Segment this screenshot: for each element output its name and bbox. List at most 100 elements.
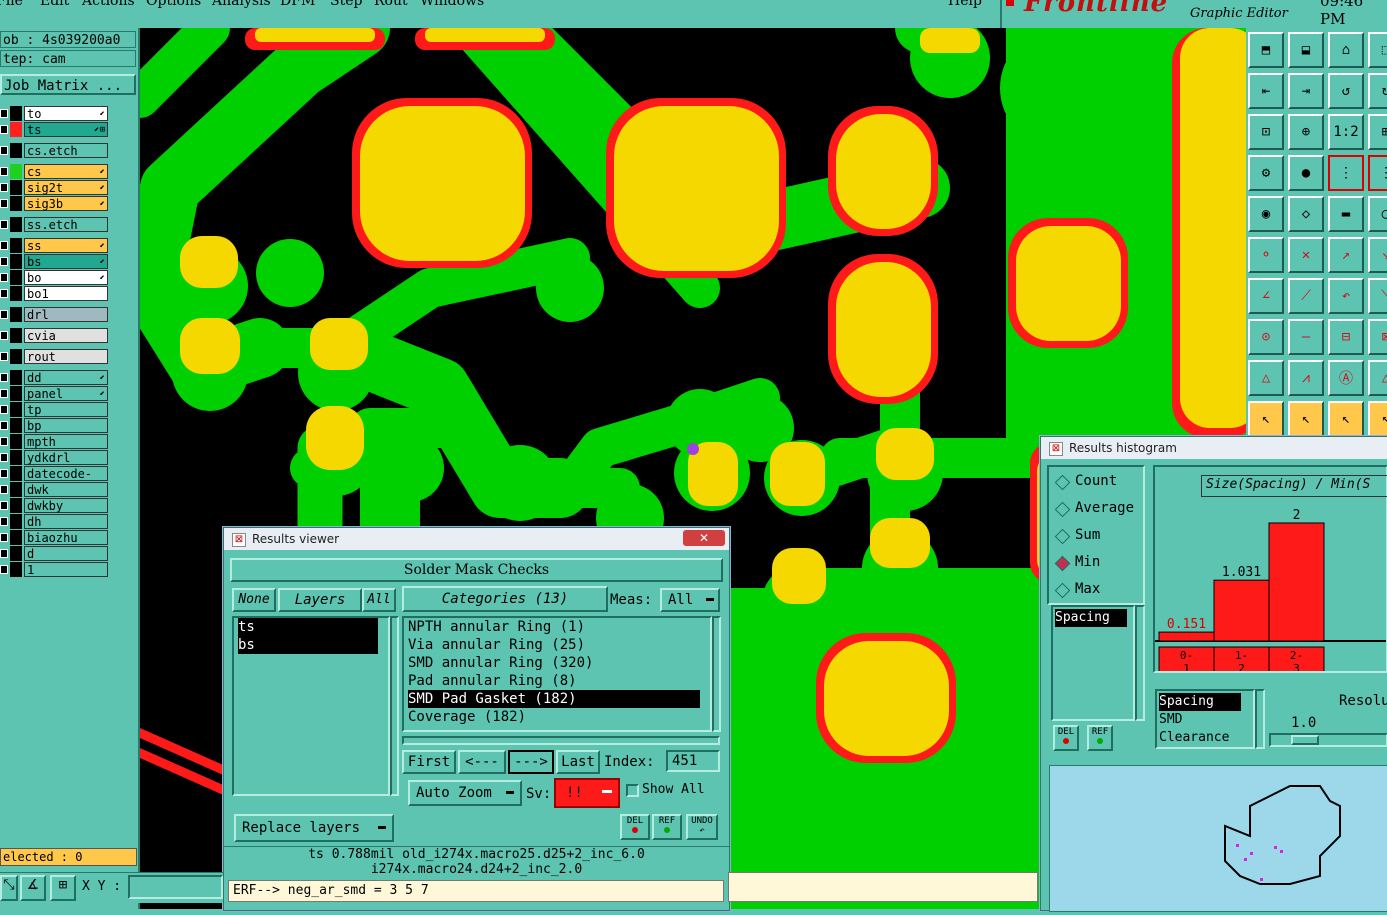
layer-checkbox[interactable] bbox=[0, 373, 8, 382]
histogram-bar[interactable] bbox=[1213, 579, 1270, 642]
category-hscrollbar[interactable] bbox=[402, 736, 720, 745]
prev-button[interactable]: <--- bbox=[458, 750, 506, 774]
category-item[interactable]: SMD Pad Gasket (182) bbox=[408, 690, 700, 708]
category-item[interactable]: SMD annular Ring (320) bbox=[408, 654, 700, 672]
menu-windows[interactable]: Windows bbox=[420, 0, 484, 9]
home-icon[interactable]: ⌂ bbox=[1328, 32, 1364, 68]
layer-row-cs[interactable]: cs ⬋ bbox=[0, 164, 110, 179]
layer-color-swatch[interactable] bbox=[10, 122, 22, 137]
pan-icon[interactable]: ⤡ bbox=[0, 875, 18, 901]
layer-checkbox[interactable] bbox=[0, 421, 8, 430]
meas-dropdown[interactable]: All bbox=[660, 588, 720, 612]
pad-icon[interactable]: ◉ bbox=[1248, 196, 1284, 232]
category-item[interactable]: Coverage (182) bbox=[408, 708, 700, 726]
layer-color-swatch[interactable] bbox=[10, 328, 22, 343]
layer-checkbox[interactable] bbox=[0, 469, 8, 478]
layer-row-bo1[interactable]: bo1 bbox=[0, 286, 110, 301]
first-button[interactable]: First bbox=[402, 750, 456, 774]
cross-icon[interactable]: ✕ bbox=[1288, 237, 1324, 273]
layer-row-ss[interactable]: ss ⬋ bbox=[0, 238, 110, 253]
layer-row-to[interactable]: to ⬋ bbox=[0, 106, 110, 121]
layer-color-swatch[interactable] bbox=[10, 498, 22, 513]
scale-icon[interactable]: 1:2 bbox=[1328, 114, 1364, 150]
menu-rout[interactable]: Rout bbox=[374, 0, 408, 9]
undo-step-icon[interactable]: ⇤ bbox=[1248, 73, 1284, 109]
rotate-left-icon[interactable]: ↺ bbox=[1328, 73, 1364, 109]
layer-color-swatch[interactable] bbox=[10, 164, 22, 179]
menu-step[interactable]: Step bbox=[330, 0, 362, 9]
layer-checkbox[interactable] bbox=[0, 565, 8, 574]
grid-icon[interactable]: ⊞ bbox=[1368, 114, 1387, 150]
layer-row-bo[interactable]: bo ⬋ bbox=[0, 270, 110, 285]
layer-color-swatch[interactable] bbox=[10, 418, 22, 433]
grid-icon[interactable]: ⊞ bbox=[50, 875, 76, 901]
layer-checkbox[interactable] bbox=[0, 389, 8, 398]
fit-icon[interactable]: ⊡ bbox=[1248, 114, 1284, 150]
layer-row-ss.etch[interactable]: ss.etch bbox=[0, 217, 110, 232]
layer-checkbox[interactable] bbox=[0, 146, 8, 155]
histogram-list-scrollbar[interactable] bbox=[1135, 605, 1145, 721]
layer-checkbox[interactable] bbox=[0, 437, 8, 446]
layer-checkbox[interactable] bbox=[0, 183, 8, 192]
layer-checkbox[interactable] bbox=[0, 485, 8, 494]
slider-thumb[interactable] bbox=[1291, 735, 1319, 745]
histogram-bar[interactable] bbox=[1158, 631, 1215, 642]
category-item-spacing[interactable]: Spacing bbox=[1159, 693, 1241, 711]
next-button[interactable]: ---> bbox=[508, 750, 554, 774]
select2-icon[interactable]: ↖ bbox=[1288, 401, 1324, 437]
layer-row-bs[interactable]: bs ⬋ bbox=[0, 254, 110, 269]
layer-row-rout[interactable]: rout bbox=[0, 349, 110, 364]
arc-icon[interactable]: ↶ bbox=[1328, 278, 1364, 314]
layer-checkbox[interactable] bbox=[0, 405, 8, 414]
layer-row-dd[interactable]: dd ⬋ bbox=[0, 370, 110, 385]
box-icon[interactable]: ⊟ bbox=[1328, 319, 1364, 355]
layer-row-bp[interactable]: bp bbox=[0, 418, 110, 433]
layer-color-swatch[interactable] bbox=[10, 196, 22, 211]
frame-icon[interactable]: ⬚ bbox=[1368, 32, 1387, 68]
layer-checkbox[interactable] bbox=[0, 549, 8, 558]
triangle-icon[interactable]: △ bbox=[1248, 360, 1284, 396]
dot-icon[interactable]: ● bbox=[1288, 155, 1324, 191]
box2-icon[interactable]: ⊠ bbox=[1368, 319, 1387, 355]
layer-color-swatch[interactable] bbox=[10, 562, 22, 577]
text-icon[interactable]: ⩘ bbox=[1288, 360, 1324, 396]
menu-dfm[interactable]: DFM bbox=[280, 0, 315, 9]
layer-color-swatch[interactable] bbox=[10, 402, 22, 417]
command-line[interactable] bbox=[728, 872, 1038, 902]
layer-row-dwk[interactable]: dwk bbox=[0, 482, 110, 497]
layer-row-cvia[interactable]: cvia bbox=[0, 328, 110, 343]
rotate-right-icon[interactable]: ↻ bbox=[1368, 73, 1387, 109]
close-icon[interactable]: ✕ bbox=[683, 530, 725, 546]
category-item[interactable]: Pad annular Ring (8) bbox=[408, 672, 700, 690]
del-button[interactable]: DEL bbox=[620, 814, 650, 840]
menu-options[interactable]: Options bbox=[146, 0, 201, 9]
layer-color-swatch[interactable] bbox=[10, 180, 22, 195]
layer-checkbox[interactable] bbox=[0, 501, 8, 510]
overview-map[interactable] bbox=[1049, 765, 1387, 912]
layer-color-swatch[interactable] bbox=[10, 434, 22, 449]
histogram-list-item[interactable]: Spacing bbox=[1055, 609, 1127, 627]
layer-color-swatch[interactable] bbox=[10, 286, 22, 301]
layer-color-swatch[interactable] bbox=[10, 450, 22, 465]
dash-icon[interactable]: — bbox=[1288, 319, 1324, 355]
open-icon[interactable]: ⬒ bbox=[1248, 32, 1284, 68]
arrow-ne-icon[interactable]: ↗ bbox=[1328, 237, 1364, 273]
auto-zoom-dropdown[interactable]: Auto Zoom bbox=[408, 780, 522, 806]
menu-help[interactable]: Help bbox=[948, 0, 982, 9]
menu-analysis[interactable]: Analysis bbox=[212, 0, 271, 9]
layer-row-1[interactable]: 1 bbox=[0, 562, 110, 577]
snap-icon[interactable]: ⋮ bbox=[1328, 155, 1364, 191]
layer-color-swatch[interactable] bbox=[10, 370, 22, 385]
layer-checkbox[interactable] bbox=[0, 125, 8, 134]
category-item-smd[interactable]: SMD bbox=[1159, 711, 1182, 729]
a-icon[interactable]: Ⓐ bbox=[1328, 360, 1364, 396]
save-icon[interactable]: ⬓ bbox=[1288, 32, 1324, 68]
layer-row-mpth[interactable]: mpth bbox=[0, 434, 110, 449]
layer-checkbox[interactable] bbox=[0, 517, 8, 526]
target-icon[interactable]: ⊙ bbox=[1248, 319, 1284, 355]
triangle2-icon[interactable]: △ bbox=[1368, 360, 1387, 396]
category-item[interactable]: NPTH annular Ring (1) bbox=[408, 618, 700, 636]
job-matrix-button[interactable]: Job Matrix ... bbox=[0, 74, 136, 95]
zoom-icon[interactable]: ⊕ bbox=[1288, 114, 1324, 150]
layer-checkbox[interactable] bbox=[0, 331, 8, 340]
